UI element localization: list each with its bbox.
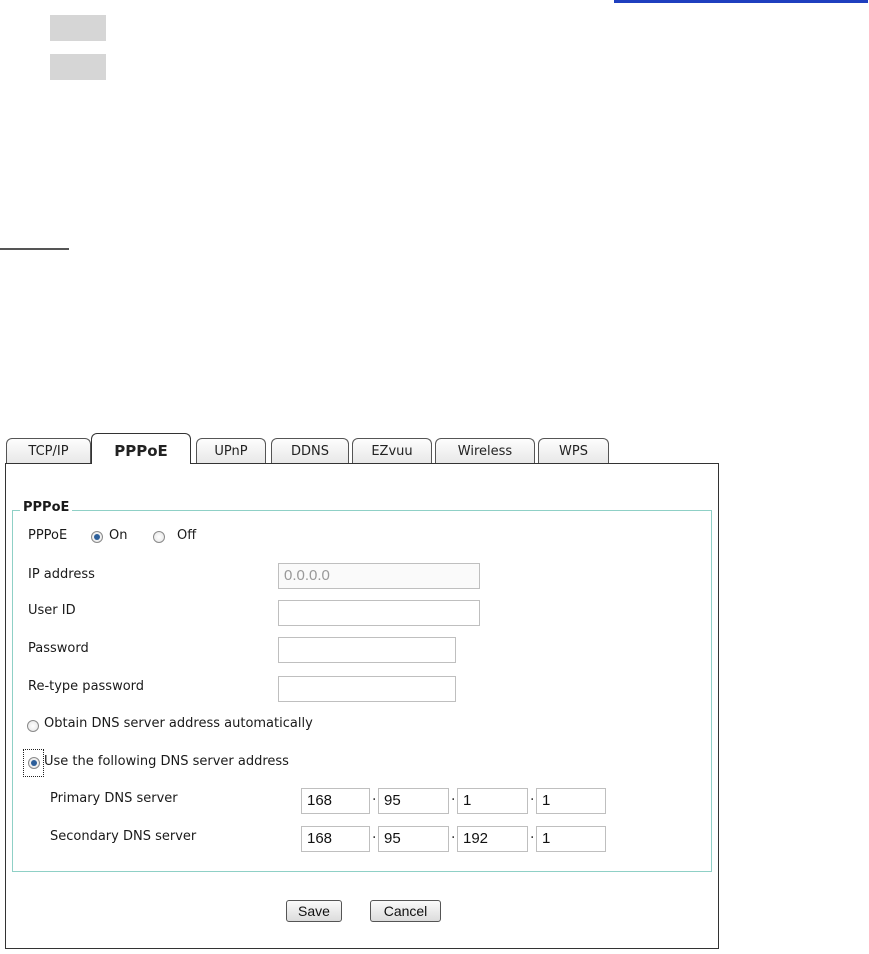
tab-pppoe[interactable]: PPPoE — [91, 433, 191, 464]
secondary-dns-octet-3[interactable]: 192 — [457, 826, 528, 852]
top-link-underline[interactable] — [614, 0, 868, 3]
primary-dns-label: Primary DNS server — [50, 791, 178, 806]
tab-wireless[interactable]: Wireless — [435, 438, 535, 464]
dns-auto-label[interactable]: Obtain DNS server address automatically — [44, 716, 313, 731]
pppoe-off-label[interactable]: Off — [177, 528, 196, 543]
secondary-dns-octet-4[interactable]: 1 — [536, 826, 606, 852]
octet-separator: · — [530, 792, 535, 808]
gray-placeholder-block — [50, 15, 106, 41]
user-id-field[interactable] — [278, 600, 480, 626]
primary-dns-octet-1[interactable]: 168 — [301, 788, 370, 814]
octet-separator: · — [451, 830, 456, 846]
save-button[interactable]: Save — [286, 900, 342, 922]
section-title: PPPoE — [20, 500, 73, 515]
secondary-dns-label: Secondary DNS server — [50, 829, 197, 844]
gray-placeholder-block — [50, 54, 106, 80]
octet-separator: · — [372, 830, 377, 846]
tab-wps[interactable]: WPS — [538, 438, 609, 464]
primary-dns-octet-3[interactable]: 1 — [457, 788, 528, 814]
password-field[interactable] — [278, 637, 456, 663]
settings-panel: PPPoE PPPoE On Off IP address 0.0.0.0 Us… — [5, 463, 719, 949]
retype-password-field[interactable] — [278, 676, 456, 702]
tab-ddns[interactable]: DDNS — [271, 438, 349, 464]
user-id-label: User ID — [28, 603, 76, 618]
ip-address-label: IP address — [28, 567, 95, 582]
pppoe-on-radio[interactable] — [91, 531, 103, 543]
octet-separator: · — [530, 830, 535, 846]
tab-tcpip[interactable]: TCP/IP — [6, 438, 91, 464]
secondary-dns-octet-1[interactable]: 168 — [301, 826, 370, 852]
cancel-button[interactable]: Cancel — [370, 900, 441, 922]
pppoe-on-label[interactable]: On — [109, 528, 127, 543]
primary-dns-octet-2[interactable]: 95 — [378, 788, 449, 814]
pppoe-off-radio[interactable] — [153, 531, 165, 543]
dns-manual-label[interactable]: Use the following DNS server address — [44, 754, 289, 769]
octet-separator: · — [451, 792, 456, 808]
dns-manual-radio[interactable] — [28, 757, 40, 769]
note-underline — [0, 248, 69, 250]
password-label: Password — [28, 641, 89, 656]
secondary-dns-octet-2[interactable]: 95 — [378, 826, 449, 852]
dns-auto-radio[interactable] — [27, 720, 39, 732]
ip-address-field[interactable]: 0.0.0.0 — [278, 563, 480, 589]
retype-password-label: Re-type password — [28, 679, 145, 694]
pppoe-label: PPPoE — [28, 528, 68, 543]
tab-upnp[interactable]: UPnP — [196, 438, 266, 464]
primary-dns-octet-4[interactable]: 1 — [536, 788, 606, 814]
octet-separator: · — [372, 792, 377, 808]
tab-ezvuu[interactable]: EZvuu — [352, 438, 432, 464]
